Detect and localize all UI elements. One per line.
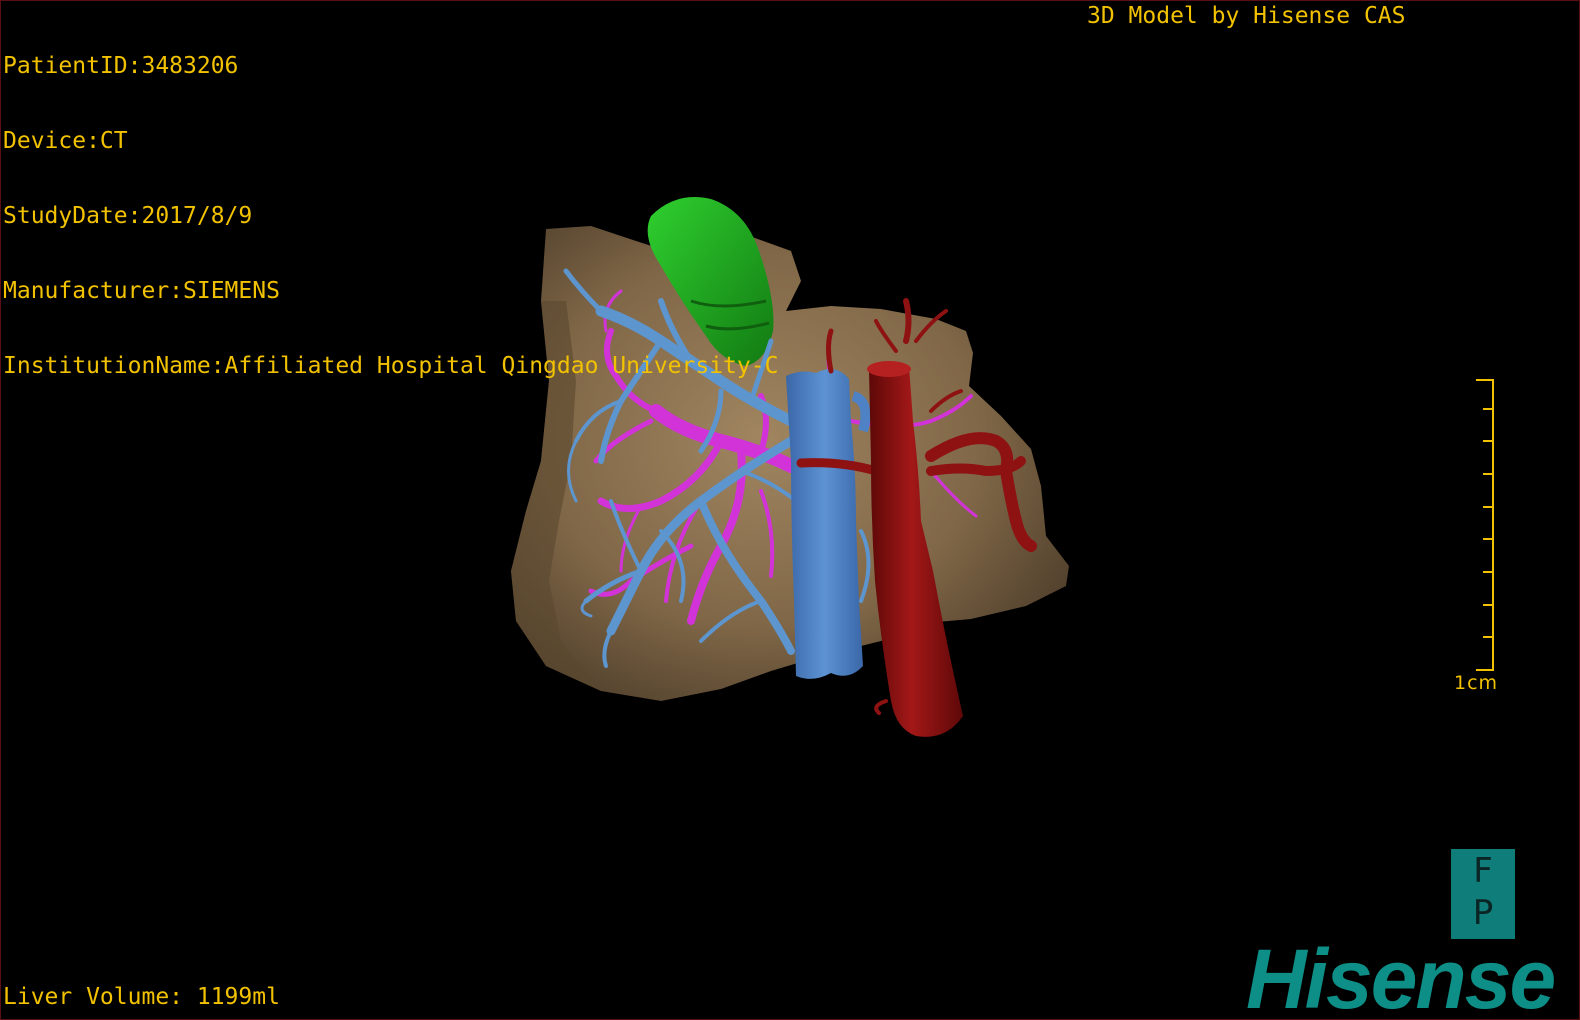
scale-bar [1476,379,1494,671]
orientation-cube[interactable]: F P [1451,849,1515,939]
dicom-info-block: PatientID:3483206 Device:CT StudyDate:20… [3,4,778,429]
orientation-label-top: F [1473,851,1493,891]
study-date-text: StudyDate:2017/8/9 [3,203,253,229]
institution-text: InstitutionName:Affiliated Hospital Qing… [3,353,779,379]
patient-id-text: PatientID:3483206 [3,53,239,79]
hisense-logo: Hisense [1246,932,1556,1020]
orientation-label-bottom: P [1472,893,1494,933]
model-brand-label: 3D Model by Hisense CAS [1087,3,1406,29]
scale-bar-label: 1cm [1454,672,1499,694]
aorta-top-opening [867,361,911,377]
device-text: Device:CT [3,128,128,154]
manufacturer-text: Manufacturer:SIEMENS [3,278,280,304]
3d-viewport[interactable]: PatientID:3483206 Device:CT StudyDate:20… [0,0,1580,1020]
liver-volume-text: Liver Volume: 1199ml [3,984,280,1010]
